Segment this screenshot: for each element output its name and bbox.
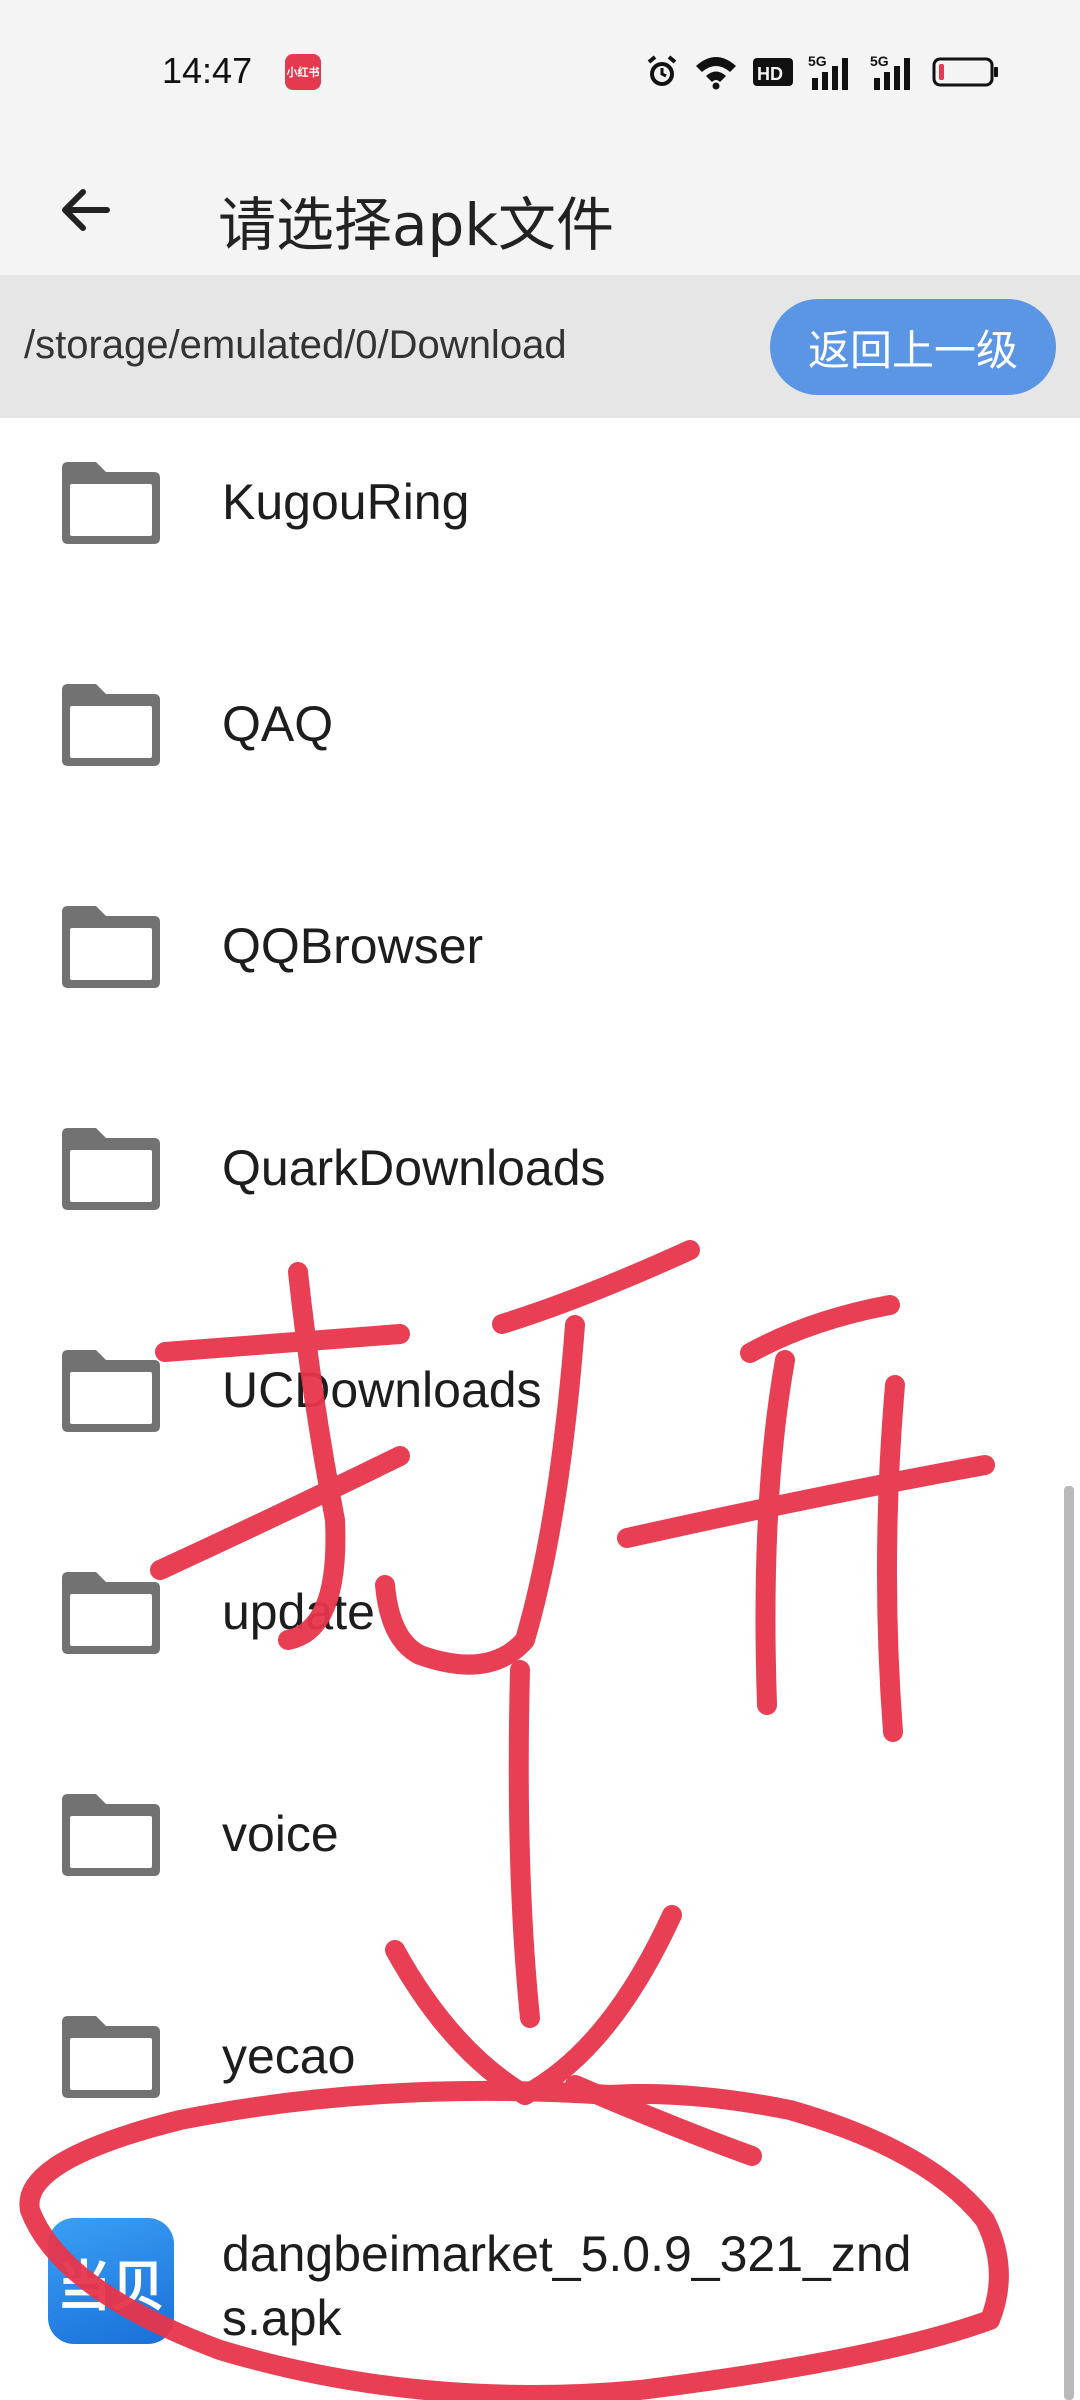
folder-item[interactable]: QuarkDownloads [0, 1084, 1060, 1306]
apk-file-name: dangbeimarket_5.0.9_321_znds.apk [222, 2226, 912, 2346]
page-title: 请选择apk文件 [218, 191, 614, 259]
folder-item[interactable]: QAQ [0, 640, 1060, 862]
file-list: KugouRing QAQ QQBrowser QuarkDownloads U… [0, 418, 1080, 2400]
folder-icon [62, 1572, 160, 1654]
app-bar: 请选择apk文件 [0, 140, 1080, 275]
folder-icon [62, 1128, 160, 1210]
dangbei-app-icon: 当贝 [48, 2218, 174, 2344]
back-button[interactable] [40, 170, 130, 250]
notification-app-icon: 小红书 [285, 54, 321, 90]
folder-name: update [222, 1584, 375, 1640]
folder-icon [62, 1350, 160, 1432]
signal-5g-icon: 5G [870, 52, 918, 92]
folder-item[interactable]: UCDownloads [0, 1306, 1060, 1528]
folder-item[interactable]: update [0, 1528, 1060, 1750]
folder-name: yecao [222, 2028, 356, 2084]
folder-icon [62, 1794, 160, 1876]
folder-icon [62, 462, 160, 544]
arrow-left-icon [62, 189, 110, 231]
alarm-icon [644, 54, 680, 90]
folder-icon [62, 906, 160, 988]
folder-item[interactable]: yecao [0, 1972, 1060, 2194]
folder-item[interactable]: QQBrowser [0, 862, 1060, 1084]
network-label-2: 5G [870, 53, 889, 69]
scrollbar[interactable] [1064, 1486, 1074, 2400]
folder-name: QAQ [222, 696, 334, 752]
battery-low-icon [932, 56, 1000, 88]
apk-file-item[interactable]: 当贝 dangbeimarket_5.0.9_321_znds.apk [0, 2176, 1060, 2400]
folder-name: QuarkDownloads [222, 1140, 606, 1196]
path-bar: /storage/emulated/0/Download 返回上一级 [0, 275, 1080, 418]
wifi-icon [694, 54, 738, 90]
go-up-button[interactable]: 返回上一级 [770, 299, 1056, 395]
folder-name: UCDownloads [222, 1362, 542, 1418]
folder-name: KugouRing [222, 474, 470, 530]
hd-label: HD [757, 64, 783, 84]
current-path: /storage/emulated/0/Download [24, 323, 567, 367]
folder-item[interactable]: voice [0, 1750, 1060, 1972]
folder-name: QQBrowser [222, 918, 484, 974]
folder-icon [62, 684, 160, 766]
status-icons: HD 5G 5G [644, 50, 1000, 94]
network-label-1: 5G [808, 53, 827, 69]
folder-item[interactable]: KugouRing [0, 418, 1060, 640]
folder-icon [62, 2016, 160, 2098]
status-bar: 14:47 小红书 HD 5G 5G [0, 0, 1080, 140]
folder-name: voice [222, 1806, 339, 1862]
hd-icon: HD [752, 55, 794, 89]
status-time: 14:47 [162, 50, 253, 91]
signal-5g-icon: 5G [808, 52, 856, 92]
